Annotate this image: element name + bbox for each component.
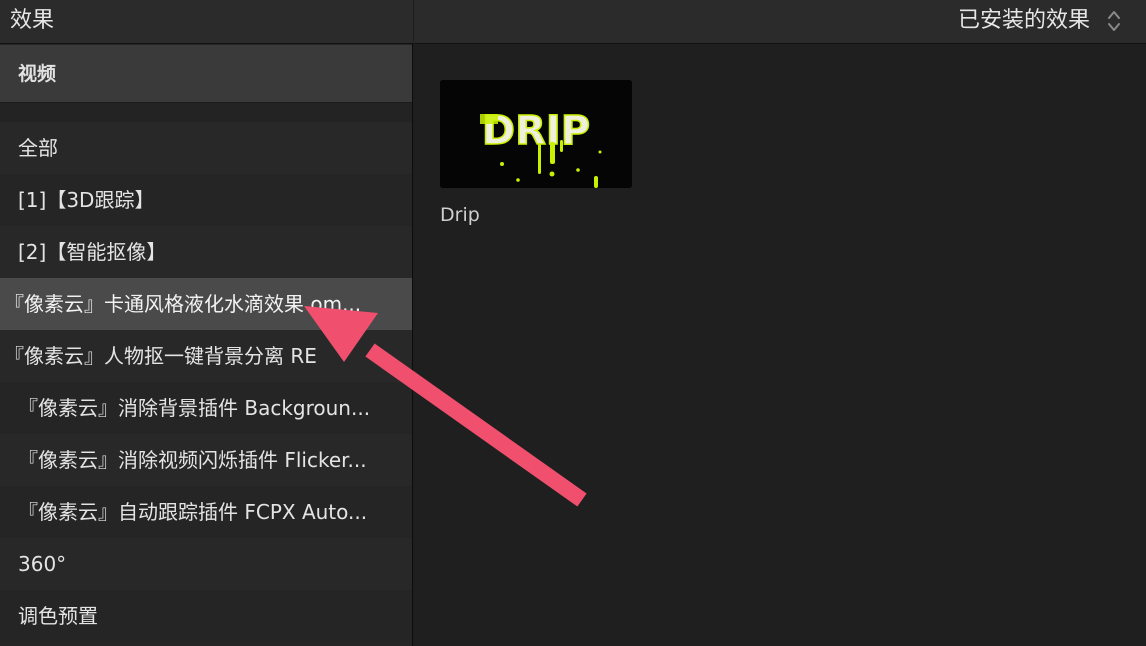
effects-sidebar: 效果 视频 全部 [1]【3D跟踪】 [2]【智能抠像】 『像素云』卡通风格液化… bbox=[0, 0, 413, 646]
section-label: 视频 bbox=[18, 63, 57, 85]
content-header: 已安装的效果 bbox=[414, 0, 1146, 44]
effect-name-drip[interactable]: Drip bbox=[440, 202, 480, 228]
category-item-person-keying[interactable]: 『像素云』人物抠一键背景分离 RE bbox=[0, 330, 412, 382]
category-item-all[interactable]: 全部 bbox=[0, 122, 412, 174]
effects-content: 已安装的效果 DRIP Drip bbox=[414, 0, 1146, 646]
category-label: 调色预置 bbox=[18, 604, 98, 628]
category-label: 全部 bbox=[18, 136, 58, 160]
category-item-color-presets[interactable]: 调色预置 bbox=[0, 590, 412, 642]
section-header-video[interactable]: 视频 bbox=[0, 45, 412, 103]
category-label: 『像素云』消除视频闪烁插件 Flicker... bbox=[18, 448, 367, 472]
category-label: 『像素云』人物抠一键背景分离 RE bbox=[4, 344, 317, 368]
drip-preview-image: DRIP bbox=[440, 80, 632, 188]
up-down-chevron-icon[interactable] bbox=[1106, 8, 1122, 34]
category-item-auto-tracking[interactable]: 『像素云』自动跟踪插件 FCPX Auto... bbox=[0, 486, 412, 538]
category-item-smart-keying[interactable]: [2]【智能抠像】 bbox=[0, 226, 412, 278]
category-item-background-removal[interactable]: 『像素云』消除背景插件 Backgroun... bbox=[0, 382, 412, 434]
thumbnail-text: DRIP bbox=[482, 108, 590, 154]
effect-thumbnail-drip[interactable]: DRIP bbox=[440, 80, 632, 188]
category-label: [2]【智能抠像】 bbox=[18, 240, 167, 264]
category-item-flicker-removal[interactable]: 『像素云』消除视频闪烁插件 Flicker... bbox=[0, 434, 412, 486]
category-item-360[interactable]: 360° bbox=[0, 538, 412, 590]
installed-effects-dropdown[interactable]: 已安装的效果 bbox=[958, 6, 1090, 36]
effects-browser: 效果 视频 全部 [1]【3D跟踪】 [2]【智能抠像】 『像素云』卡通风格液化… bbox=[0, 0, 1146, 646]
panel-title: 效果 bbox=[10, 8, 55, 33]
category-item-3d-tracking[interactable]: [1]【3D跟踪】 bbox=[0, 174, 412, 226]
sidebar-header: 效果 bbox=[0, 0, 413, 44]
category-item-cartoon-liquid-drip[interactable]: 『像素云』卡通风格液化水滴效果 om... bbox=[0, 278, 412, 330]
category-label: 360° bbox=[18, 552, 67, 576]
category-label: [1]【3D跟踪】 bbox=[18, 188, 155, 212]
category-label: 『像素云』卡通风格液化水滴效果 om... bbox=[4, 292, 362, 316]
category-label: 『像素云』自动跟踪插件 FCPX Auto... bbox=[18, 500, 368, 524]
category-label: 『像素云』消除背景插件 Backgroun... bbox=[18, 396, 371, 420]
section-gap bbox=[0, 103, 412, 122]
